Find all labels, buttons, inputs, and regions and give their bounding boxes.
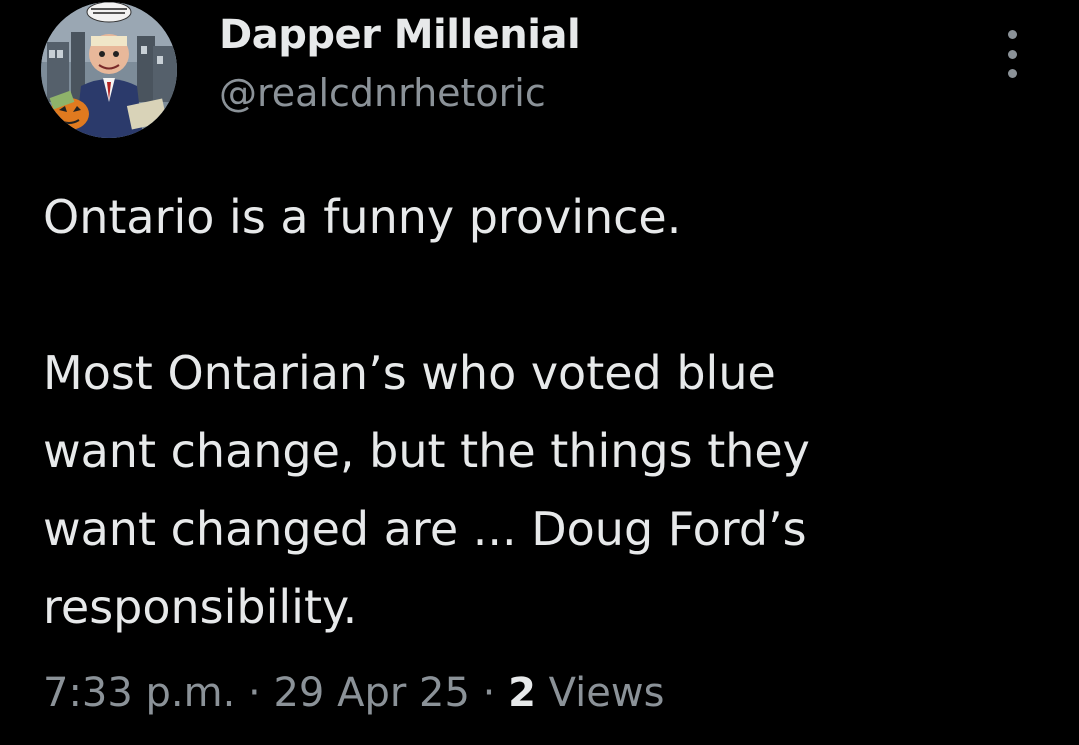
tweet-card: Dapper Millenial @realcdnrhetoric Ontari… (0, 0, 1079, 745)
avatar[interactable] (41, 2, 177, 138)
meta-separator: · (469, 670, 509, 716)
meta-separator: · (235, 670, 274, 716)
tweet-line: Most Ontarian’s who voted blue (43, 346, 776, 400)
more-options-button[interactable] (996, 30, 1028, 78)
tweet-date[interactable]: 29 Apr 25 (273, 670, 469, 716)
tweet-line: want changed are ... Doug Ford’s (43, 502, 807, 556)
tweet-text: Ontario is a funny province. Most Ontari… (43, 178, 1043, 646)
tweet-line: Ontario is a funny province. (43, 190, 682, 244)
views-count: 2 (508, 670, 536, 716)
more-options-icon-dot (1007, 69, 1017, 78)
tweet-time[interactable]: 7:33 p.m. (43, 670, 235, 716)
paragraph-break (43, 256, 1043, 334)
user-handle[interactable]: @realcdnrhetoric (219, 71, 546, 115)
views-label: Views (548, 670, 665, 716)
more-options-icon (1007, 30, 1017, 39)
more-options-icon-dot (1007, 49, 1017, 59)
tweet-line: responsibility. (43, 580, 358, 634)
display-name[interactable]: Dapper Millenial (219, 12, 581, 58)
cartoon-avatar-icon (41, 2, 177, 138)
tweet-metadata: 7:33 p.m. · 29 Apr 25 · 2 Views (43, 670, 664, 716)
tweet-line: want change, but the things they (43, 424, 810, 478)
